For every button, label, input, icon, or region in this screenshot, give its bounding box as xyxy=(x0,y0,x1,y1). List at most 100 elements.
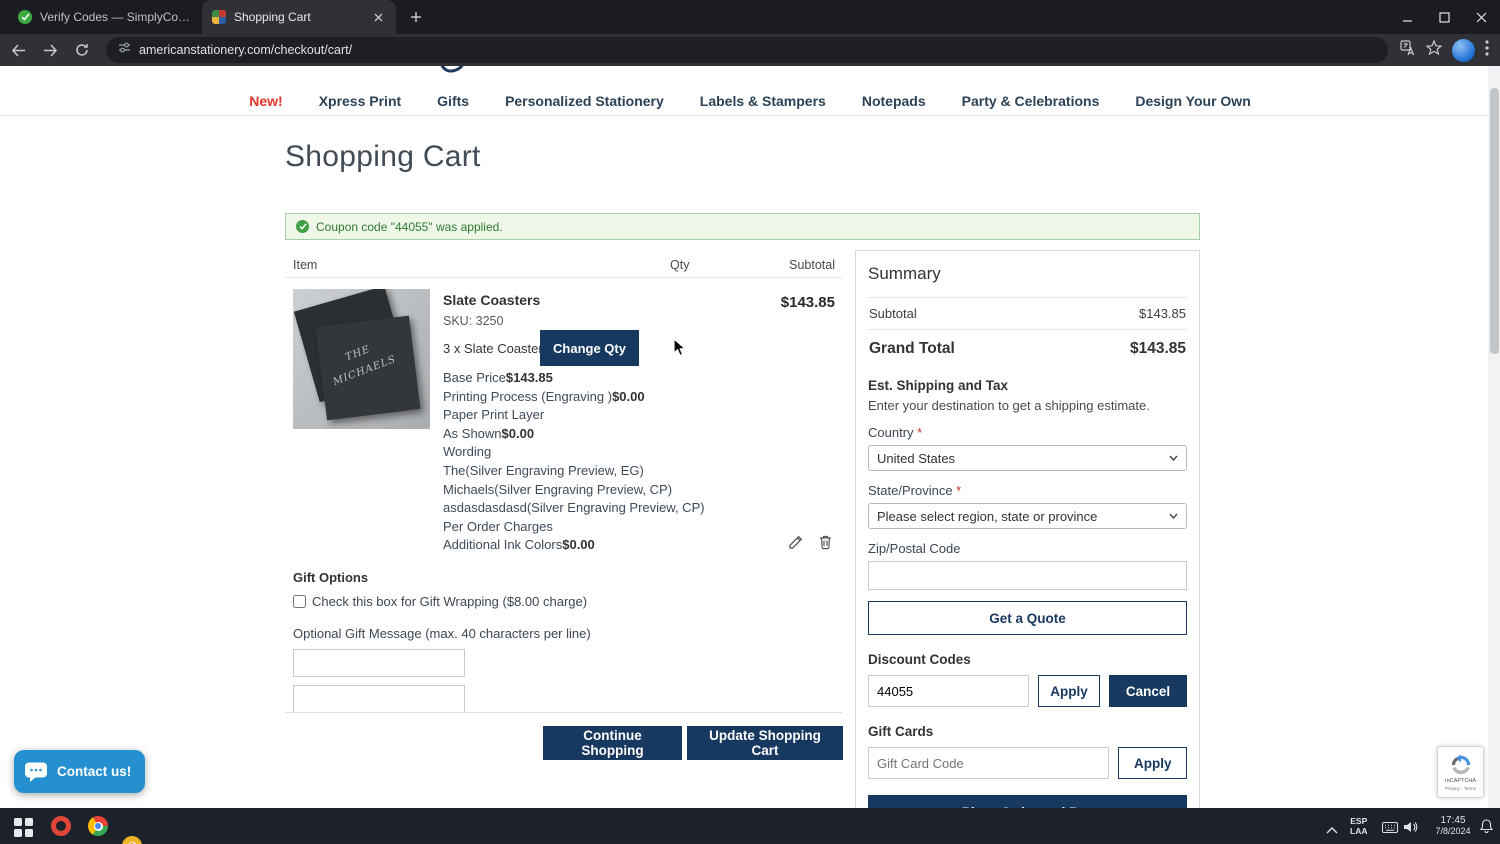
minimize-button[interactable] xyxy=(1389,0,1426,34)
language-indicator[interactable]: ESP LAA xyxy=(1350,816,1367,836)
notifications-icon[interactable] xyxy=(1480,819,1493,838)
edit-item-icon[interactable] xyxy=(787,533,805,551)
nav-item-new[interactable]: New! xyxy=(249,93,282,109)
nav-item-personalized-stationery[interactable]: Personalized Stationery xyxy=(505,93,664,109)
gift-card-input[interactable] xyxy=(868,747,1110,779)
zip-label: Zip/Postal Code xyxy=(868,541,961,556)
gift-options-section: Gift Options Check this box for Gift Wra… xyxy=(285,570,842,713)
product-name-link[interactable]: Slate Coasters xyxy=(443,292,540,308)
grand-total-row: Grand Total $143.85 xyxy=(868,330,1187,370)
back-icon[interactable] xyxy=(4,36,32,64)
discount-code-input[interactable] xyxy=(868,675,1029,707)
nav-item-design-your-own[interactable]: Design Your Own xyxy=(1135,93,1250,109)
keyboard-icon[interactable] xyxy=(1382,820,1398,838)
reload-icon[interactable] xyxy=(68,36,96,64)
country-select[interactable]: United States xyxy=(868,445,1187,471)
discount-code-row: Apply Cancel xyxy=(868,675,1187,707)
new-tab-button[interactable] xyxy=(402,3,430,31)
screen: Verify Codes — SimplyCodes Shopping Cart xyxy=(0,0,1500,844)
apply-gift-card-button[interactable]: Apply xyxy=(1118,747,1187,779)
chevron-down-icon xyxy=(1169,455,1178,461)
tray-expand-icon[interactable] xyxy=(1326,821,1338,839)
gift-message-line2-input[interactable] xyxy=(293,685,465,713)
nav-item-party-celebrations[interactable]: Party & Celebrations xyxy=(962,93,1100,109)
taskbar: ESP LAA 17:45 7/8/2024 xyxy=(0,808,1500,844)
summary-title: Summary xyxy=(868,264,941,283)
item-option-line: Per Order Charges xyxy=(443,518,553,534)
chrome-icon[interactable] xyxy=(88,816,108,836)
browser-toolbar: americanstationery.com/checkout/cart/ xyxy=(0,34,1500,66)
tab-title: Shopping Cart xyxy=(234,10,311,24)
recaptcha-badge[interactable]: reCAPTCHA Privacy - Terms xyxy=(1437,746,1484,798)
engraving-text: MICHAELS xyxy=(331,353,398,388)
apply-discount-button[interactable]: Apply xyxy=(1038,675,1100,707)
place-order-button[interactable]: Place Order and Pay xyxy=(868,795,1187,808)
gift-card-row: Apply xyxy=(868,747,1187,779)
item-option-line: The(Silver Engraving Preview, EG) xyxy=(443,462,644,478)
contact-us-widget[interactable]: Contact us! xyxy=(14,750,146,793)
address-bar[interactable]: americanstationery.com/checkout/cart/ xyxy=(106,37,1388,63)
product-image[interactable]: THE MICHAELS xyxy=(293,289,430,429)
state-select[interactable]: Please select region, state or province xyxy=(868,503,1187,529)
column-subtotal: Subtotal xyxy=(789,258,835,272)
grand-total-value: $143.85 xyxy=(1129,340,1186,357)
page-scrollbar[interactable] xyxy=(1488,66,1500,808)
change-qty-button[interactable]: Change Qty xyxy=(540,330,639,366)
gift-wrap-checkbox[interactable] xyxy=(293,595,306,608)
site-favicon-icon xyxy=(212,10,226,24)
window-controls xyxy=(1389,0,1500,34)
discount-codes-title: Discount Codes xyxy=(868,652,971,667)
volume-icon[interactable] xyxy=(1403,820,1418,838)
app-launcher-icon[interactable] xyxy=(14,818,33,837)
subtotal-label: Subtotal xyxy=(869,306,917,321)
state-label: State/Province * xyxy=(868,483,962,498)
item-option-line: asdasdasdasd(Silver Engraving Preview, C… xyxy=(443,500,705,516)
item-option-line: As Shown$0.00 xyxy=(443,425,535,441)
close-window-button[interactable] xyxy=(1463,0,1500,34)
chrome-yellow-profile-icon[interactable] xyxy=(122,836,142,844)
delete-item-icon[interactable] xyxy=(816,533,834,551)
item-actions xyxy=(787,533,834,551)
zip-input[interactable] xyxy=(868,561,1187,590)
item-option-line: Printing Process (Engraving )$0.00 xyxy=(443,388,645,404)
gift-message-line1-input[interactable] xyxy=(293,649,465,677)
gift-wrap-label: Check this box for Gift Wrapping ($8.00 … xyxy=(312,594,588,609)
engraving-text: THE xyxy=(344,343,372,364)
cancel-discount-button[interactable]: Cancel xyxy=(1109,675,1187,707)
maximize-button[interactable] xyxy=(1426,0,1463,34)
contact-us-label: Contact us! xyxy=(57,764,132,779)
nav-item-xpress-print[interactable]: Xpress Print xyxy=(319,93,401,109)
browser-menu-icon[interactable] xyxy=(1485,39,1489,61)
time: 17:45 xyxy=(1440,815,1466,826)
forward-icon[interactable] xyxy=(36,36,64,64)
coaster-front: THE MICHAELS xyxy=(315,315,421,421)
red-app-icon[interactable] xyxy=(51,816,71,836)
cart-table-header: Item Qty Subtotal xyxy=(285,252,842,278)
clock[interactable]: 17:45 7/8/2024 xyxy=(1430,815,1476,836)
profile-avatar[interactable] xyxy=(1452,38,1475,62)
page-title: Shopping Cart xyxy=(285,140,481,173)
nav-item-labels-stampers[interactable]: Labels & Stampers xyxy=(700,93,826,109)
tab-close-icon[interactable] xyxy=(370,9,386,25)
continue-shopping-button[interactable]: Continue Shopping xyxy=(543,726,682,760)
coupon-success-banner: Coupon code "44055" was applied. xyxy=(285,213,1200,240)
scrollbar-thumb[interactable] xyxy=(1489,88,1499,354)
item-subtotal: $143.85 xyxy=(780,294,835,311)
update-cart-button[interactable]: Update Shopping Cart xyxy=(687,726,843,760)
summary-panel: Summary Subtotal $143.85 Grand Total $14… xyxy=(855,250,1200,808)
bookmark-star-icon[interactable] xyxy=(1425,39,1443,60)
column-item: Item xyxy=(293,258,318,272)
tab-shopping-cart[interactable]: Shopping Cart xyxy=(202,0,396,34)
chevron-down-icon xyxy=(1169,513,1178,519)
tab-verify-codes[interactable]: Verify Codes — SimplyCodes xyxy=(8,0,202,34)
item-option-line: Base Price$143.85 xyxy=(443,370,553,385)
site-logo-partial xyxy=(436,66,476,82)
tab-title: Verify Codes — SimplyCodes xyxy=(40,10,192,24)
shipping-estimate-title: Est. Shipping and Tax xyxy=(868,378,1009,393)
item-options: Base Price$143.85 Printing Process (Engr… xyxy=(443,369,773,555)
nav-item-notepads[interactable]: Notepads xyxy=(862,93,926,109)
page-info-icon[interactable] xyxy=(118,41,131,59)
nav-item-gifts[interactable]: Gifts xyxy=(437,93,469,109)
translate-icon[interactable] xyxy=(1400,39,1416,61)
get-quote-button[interactable]: Get a Quote xyxy=(868,601,1187,635)
